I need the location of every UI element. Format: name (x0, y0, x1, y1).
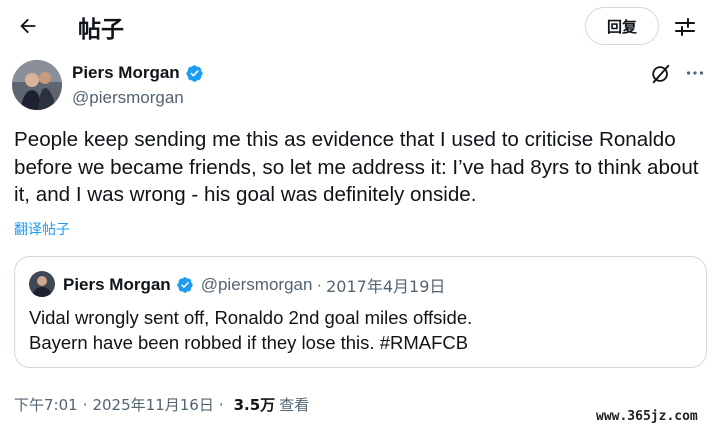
author-name[interactable]: Piers Morgan (72, 63, 180, 83)
more-icon[interactable] (684, 62, 706, 84)
avatar-image (12, 60, 62, 110)
tweet-meta: 下午7:01 · 2025年11月16日 · 3.5万 查看 (14, 394, 309, 415)
verified-badge-icon (186, 64, 203, 82)
quote-header: Piers Morgan @piersmorgan · 2017年4月19日 (63, 273, 445, 297)
quote-author-name: Piers Morgan (63, 275, 171, 294)
author-handle[interactable]: @piersmorgan (72, 88, 184, 108)
quote-text-line-2: Bayern have been robbed if they lose thi… (29, 332, 469, 353)
quote-date: 2017年4月19日 (326, 277, 446, 296)
back-button[interactable] (12, 10, 44, 42)
verified-badge-icon (177, 277, 193, 293)
grok-icon[interactable] (650, 63, 672, 85)
tweet-time[interactable]: 下午7:01 (14, 394, 78, 415)
avatar[interactable] (12, 60, 62, 110)
quote-text: Vidal wrongly sent off, Ronaldo 2nd goal… (29, 305, 699, 355)
quote-text-line-1: Vidal wrongly sent off, Ronaldo 2nd goal… (29, 307, 473, 328)
filter-icon (675, 18, 695, 36)
quoted-tweet[interactable]: Piers Morgan @piersmorgan · 2017年4月19日 V… (14, 256, 707, 368)
filter-button[interactable] (668, 10, 702, 44)
watermark: www.365jz.com (596, 409, 698, 424)
meta-separator: · (82, 395, 88, 414)
quote-author-handle: @piersmorgan (200, 275, 313, 294)
quote-separator: · (316, 275, 323, 294)
translate-post-link[interactable]: 翻译帖子 (14, 219, 70, 239)
quote-avatar-image (29, 271, 55, 297)
top-bar: 帖子 回复 (0, 0, 720, 52)
page-title: 帖子 (78, 17, 124, 43)
meta-separator: · (218, 395, 224, 414)
tweet-date[interactable]: 2025年11月16日 (92, 394, 213, 415)
back-arrow-icon (20, 18, 36, 34)
reply-button[interactable]: 回复 (585, 7, 659, 45)
quote-avatar (29, 271, 55, 297)
author-name-row[interactable]: Piers Morgan (72, 63, 204, 83)
views-label: 查看 (279, 396, 310, 414)
tweet-text: People keep sending me this as evidence … (14, 128, 699, 206)
views-count: 3.5万 (233, 396, 276, 414)
